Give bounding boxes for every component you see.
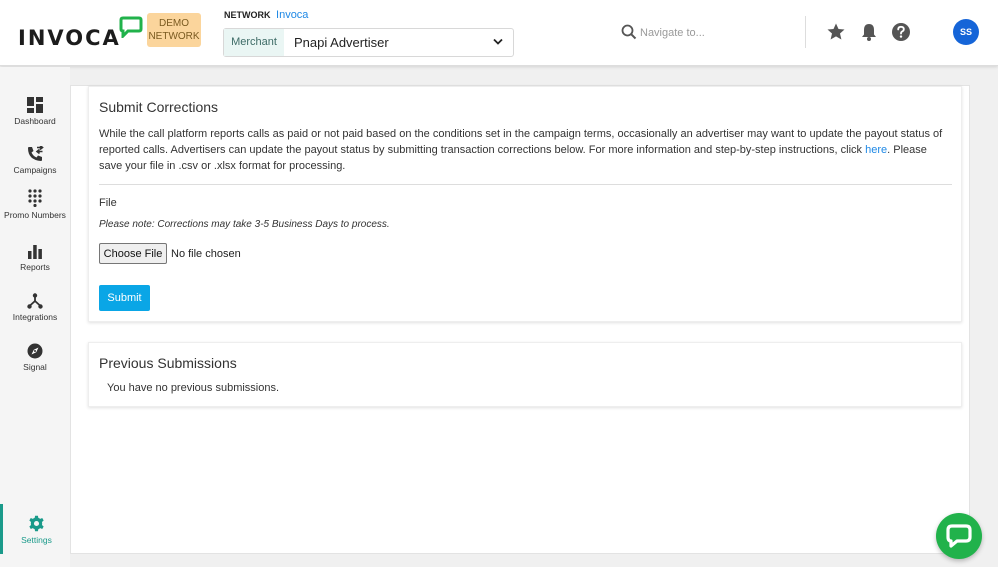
chevron-down-icon xyxy=(493,38,503,45)
sidebar-item-label: Campaigns xyxy=(13,165,57,175)
sidebar-item-settings[interactable]: Settings xyxy=(0,504,70,554)
merchant-label: Merchant xyxy=(224,29,284,56)
compass-icon xyxy=(27,343,43,359)
merchant-select[interactable]: Merchant Pnapi Advertiser xyxy=(223,28,514,57)
sidebar-item-dashboard[interactable]: Dashboard xyxy=(0,97,70,126)
help-icon[interactable] xyxy=(891,22,911,42)
sidebar-item-label: Promo Numbers xyxy=(4,210,66,220)
sidebar: Dashboard Campaigns Promo Numbers Report… xyxy=(0,67,70,567)
sidebar-item-integrations[interactable]: Integrations xyxy=(0,293,70,322)
sidebar-item-label: Signal xyxy=(23,362,47,372)
card-title: Submit Corrections xyxy=(99,99,219,115)
sidebar-item-label: Dashboard xyxy=(14,116,56,126)
card-title: Previous Submissions xyxy=(99,355,237,371)
merchant-value: Pnapi Advertiser xyxy=(294,35,389,50)
sidebar-item-label: Integrations xyxy=(12,312,58,322)
dashboard-icon xyxy=(27,97,43,113)
star-icon[interactable] xyxy=(826,22,846,42)
network-link[interactable]: Invoca xyxy=(276,9,308,21)
sidebar-item-campaigns[interactable]: Campaigns xyxy=(0,146,70,175)
chat-support-button[interactable] xyxy=(936,513,982,559)
integrations-icon xyxy=(27,293,43,309)
submit-button[interactable]: Submit xyxy=(99,285,150,311)
previous-submissions-card: Previous Submissions You have no previou… xyxy=(88,342,962,407)
chat-bubble-icon xyxy=(946,524,972,548)
submit-corrections-card: Submit Corrections While the call platfo… xyxy=(88,86,962,322)
empty-submissions-message: You have no previous submissions. xyxy=(107,382,280,394)
sidebar-item-signal[interactable]: Signal xyxy=(0,343,70,372)
chat-bubble-logo-icon xyxy=(119,16,143,38)
demo-network-badge: DEMO NETWORK xyxy=(147,13,201,47)
dialpad-icon xyxy=(28,189,42,207)
gear-icon xyxy=(29,515,44,532)
search-icon[interactable] xyxy=(621,24,637,40)
divider xyxy=(99,184,952,185)
sidebar-item-reports[interactable]: Reports xyxy=(0,245,70,272)
navigate-search-input[interactable] xyxy=(640,22,790,44)
user-avatar[interactable]: SS xyxy=(953,19,979,45)
header-divider xyxy=(805,16,806,48)
campaigns-icon xyxy=(27,146,44,161)
no-file-chosen-text: No file chosen xyxy=(171,248,241,260)
sidebar-item-label: Reports xyxy=(20,262,50,272)
file-label: File xyxy=(99,197,117,209)
main-content: Submit Corrections While the call platfo… xyxy=(70,85,970,554)
choose-file-button[interactable]: Choose File xyxy=(99,243,167,264)
description-text: While the call platform reports calls as… xyxy=(99,128,943,156)
sidebar-item-promo-numbers[interactable]: Promo Numbers xyxy=(0,189,70,220)
corrections-description: While the call platform reports calls as… xyxy=(99,126,951,174)
instructions-link[interactable]: here xyxy=(865,144,887,156)
invoca-logo[interactable]: INVOCA xyxy=(18,16,143,50)
logo-text: INVOCA xyxy=(18,26,121,50)
processing-note: Please note: Corrections may take 3-5 Bu… xyxy=(99,219,390,230)
network-label: NETWORK xyxy=(224,10,271,20)
network-row: NETWORK Invoca xyxy=(224,9,308,21)
sidebar-item-label: Settings xyxy=(21,535,52,545)
bell-icon[interactable] xyxy=(859,22,879,42)
bar-chart-icon xyxy=(28,245,42,259)
top-header: INVOCA DEMO NETWORK NETWORK Invoca Merch… xyxy=(0,0,998,66)
